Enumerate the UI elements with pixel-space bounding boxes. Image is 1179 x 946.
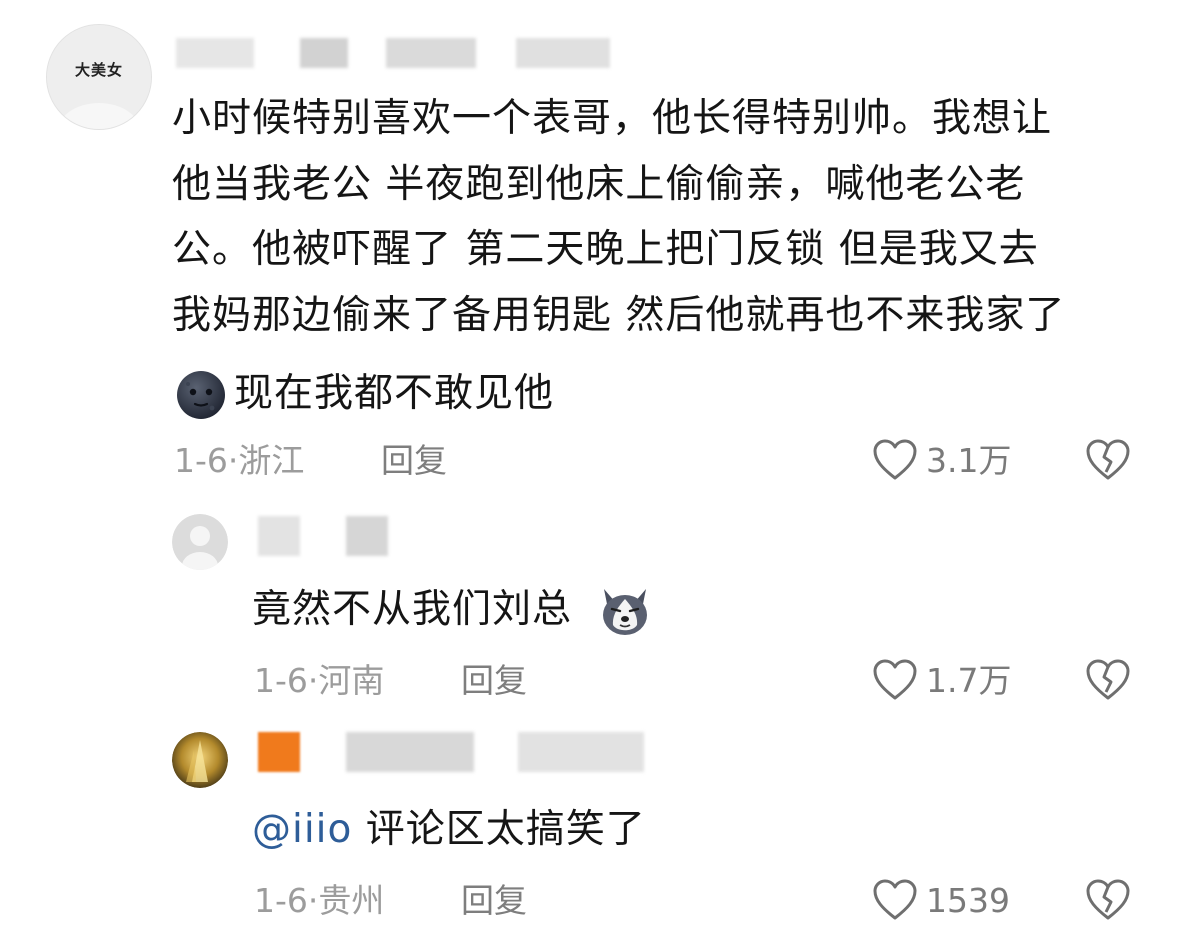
comment-location: 浙江 bbox=[238, 441, 305, 480]
reply-button[interactable]: 回复 bbox=[381, 441, 447, 481]
comment-body-line: 公。他被吓醒了 第二天晚上把门反锁 但是我又去 bbox=[172, 227, 1039, 272]
broken-heart-icon[interactable] bbox=[1085, 878, 1131, 922]
comment-body-line: 现在我都不敢见他 bbox=[234, 371, 555, 416]
comment-date: 1-6 bbox=[174, 441, 228, 480]
husky-emoji-icon bbox=[598, 585, 652, 639]
comment-body: 竟然不从我们刘总 bbox=[252, 587, 573, 632]
comment-body-line: 我妈那边偷来了备用钥匙 然后他就再也不来我家了 bbox=[172, 293, 1066, 338]
moon-face-emoji-icon bbox=[176, 370, 226, 420]
avatar-label: 大美女 bbox=[74, 61, 123, 79]
comment-body-line: 小时候特别喜欢一个表哥，他长得特别帅。我想让 bbox=[172, 96, 1053, 141]
comment-meta: 1-6·浙江 bbox=[174, 441, 305, 480]
broken-heart-icon[interactable] bbox=[1085, 658, 1131, 702]
comment-meta: 1-6·贵州 bbox=[254, 881, 385, 920]
comment-body-line: 他当我老公 半夜跑到他床上偷偷亲，喊他老公老 bbox=[172, 162, 1026, 207]
avatar[interactable] bbox=[172, 732, 228, 788]
reply-button[interactable]: 回复 bbox=[461, 661, 527, 701]
like-count: 3.1万 bbox=[926, 441, 1012, 480]
comment-location: 河南 bbox=[318, 661, 385, 700]
broken-heart-icon[interactable] bbox=[1085, 438, 1131, 482]
like-count: 1539 bbox=[926, 881, 1010, 920]
avatar[interactable]: 大美女 bbox=[46, 24, 152, 130]
comment-text: 评论区太搞笑了 bbox=[365, 807, 646, 852]
mention-link[interactable]: @iiio bbox=[252, 807, 352, 852]
comment-date: 1-6 bbox=[254, 881, 308, 920]
heart-icon[interactable] bbox=[872, 438, 918, 482]
avatar[interactable] bbox=[172, 514, 228, 570]
heart-icon[interactable] bbox=[872, 878, 918, 922]
heart-icon[interactable] bbox=[872, 658, 918, 702]
comment-location: 贵州 bbox=[318, 881, 385, 920]
comment-meta: 1-6·河南 bbox=[254, 661, 385, 700]
comment-body: @iiio 评论区太搞笑了 bbox=[252, 797, 646, 863]
reply-button[interactable]: 回复 bbox=[461, 881, 527, 921]
comment-date: 1-6 bbox=[254, 661, 308, 700]
like-count: 1.7万 bbox=[926, 661, 1012, 700]
